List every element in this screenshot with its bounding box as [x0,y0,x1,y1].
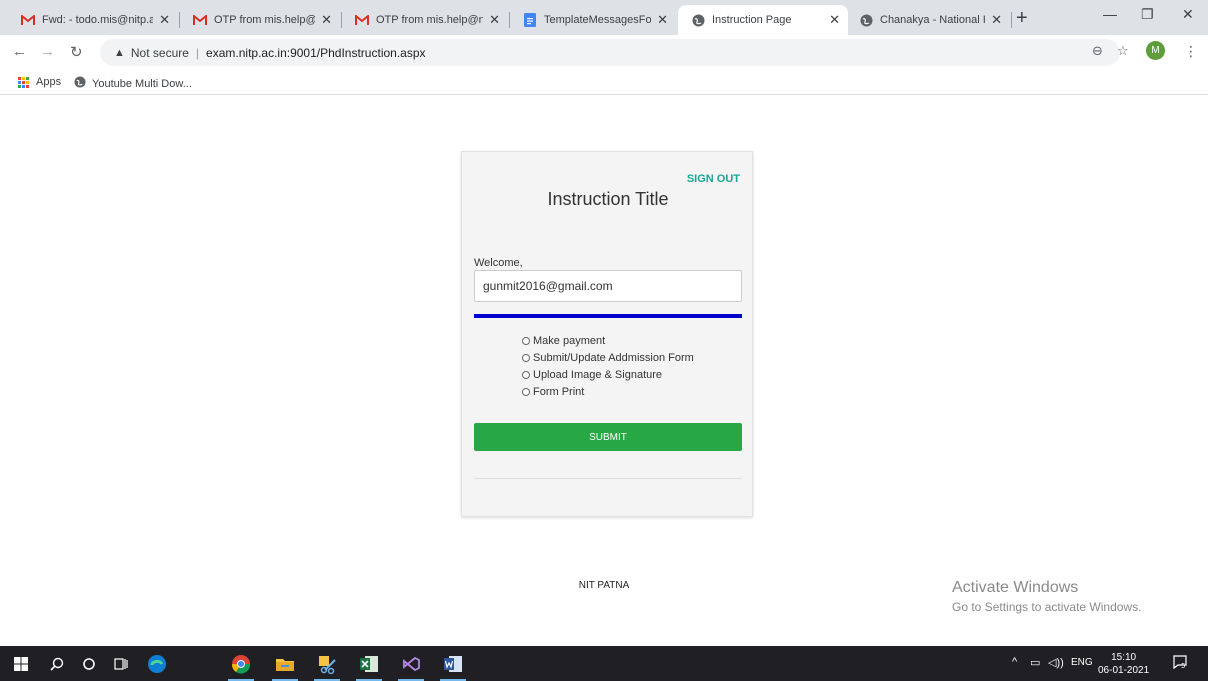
bookmark-label: Youtube Multi Dow... [92,77,192,90]
clock[interactable]: 15:10 06-01-2021 [1098,651,1149,677]
radio-button[interactable] [522,387,530,396]
close-icon[interactable]: ✕ [489,12,500,28]
tab-title: Chanakya - National Ins [880,14,986,26]
clock-date: 06-01-2021 [1098,665,1150,676]
tab-gmail-2[interactable]: OTP from mis.help@nitp ✕ [180,5,340,35]
restore-icon[interactable]: ❐ [1141,6,1154,23]
globe-icon [858,13,874,27]
security-label: Not secure [130,45,189,60]
watermark-line-1: Activate Windows [952,579,1079,596]
window-close-icon[interactable]: ✕ [1182,6,1194,23]
warning-icon[interactable]: ▲ [114,47,125,59]
language-indicator[interactable]: ENG [1071,657,1093,668]
email-field[interactable] [474,270,742,302]
options-list: Make payment Submit/Update Addmission Fo… [522,332,694,400]
gmail-icon [354,13,370,27]
radio-button[interactable] [522,336,530,345]
globe-icon [690,13,706,27]
option-label: Upload Image & Signature [533,368,663,381]
tab-gmail-3[interactable]: OTP from mis.help@nitp ✕ [342,5,508,35]
option-upload-image-signature[interactable]: Upload Image & Signature [522,366,694,383]
tab-instruction-page[interactable]: Instruction Page ✕ [678,5,848,35]
snipping-tool-icon[interactable] [310,646,344,681]
close-icon[interactable]: ✕ [991,12,1002,28]
activate-windows-watermark: Activate Windows Go to Settings to activ… [952,579,1141,614]
file-explorer-icon[interactable] [268,646,302,681]
bookmarks-bar: Apps Youtube Multi Dow... [0,70,1208,95]
bookmark-apps[interactable]: Apps [18,76,61,88]
page-title: Instruction Title [547,189,669,209]
option-label: Make payment [533,334,606,347]
gmail-icon [192,13,208,27]
radio-button[interactable] [522,370,530,379]
word-icon[interactable] [436,646,470,681]
kebab-menu-icon[interactable]: ⋮ [1184,43,1198,60]
card-divider [474,478,742,479]
option-submit-update-form[interactable]: Submit/Update Addmission Form [522,349,694,366]
taskbar: ^ ▭ ◁)) ENG 15:10 06-01-2021 5 [0,646,1208,681]
task-view-icon[interactable] [104,646,138,681]
star-icon[interactable]: ☆ [1117,43,1129,59]
tab-separator [1011,12,1012,28]
chrome-icon[interactable] [224,646,258,681]
close-icon[interactable]: ✕ [829,12,840,28]
volume-icon[interactable]: ◁)) [1048,656,1064,669]
url-text: exam.nitp.ac.in:9001/PhdInstruction.aspx [206,45,426,60]
option-label: Submit/Update Addmission Form [533,351,694,364]
windows-start-icon[interactable] [4,646,38,681]
visual-studio-icon[interactable] [394,646,428,681]
cortana-icon[interactable] [72,646,106,681]
apps-grid-icon [18,76,29,88]
globe-icon [74,76,86,91]
minimize-icon[interactable]: — [1103,6,1117,22]
notification-count: 5 [1181,662,1185,670]
tab-chanakya[interactable]: Chanakya - National Ins ✕ [850,5,1010,35]
tab-gmail-1[interactable]: Fwd: - todo.mis@nitp.ac ✕ [0,5,178,35]
forward-arrow-icon[interactable]: → [40,43,55,60]
tab-docs[interactable]: TemplateMessagesFor ✕ [510,5,676,35]
browser-toolbar: ← → ↻ ▲ Not secure | exam.nitp.ac.in:900… [0,35,1208,70]
avatar[interactable]: M [1146,41,1165,60]
option-form-print[interactable]: Form Print [522,383,694,400]
close-icon[interactable]: ✕ [657,12,668,28]
address-bar[interactable]: ▲ Not secure | exam.nitp.ac.in:9001/PhdI… [100,39,1120,66]
blue-divider [474,314,742,318]
watermark-line-2: Go to Settings to activate Windows. [952,600,1142,614]
option-label: Form Print [533,385,585,398]
tab-title: OTP from mis.help@nitp [376,14,484,26]
submit-button[interactable]: SUBMIT [474,423,742,451]
notification-icon[interactable]: 5 [1172,654,1188,673]
instruction-card: SIGN OUT Instruction Title Welcome, Make… [461,151,753,517]
new-tab-icon[interactable]: + [1016,8,1028,28]
welcome-label: Welcome, [474,257,523,269]
chevron-up-icon[interactable]: ^ [1012,656,1017,668]
gmail-icon [20,13,36,27]
search-icon[interactable] [40,646,74,681]
back-arrow-icon[interactable]: ← [12,43,27,60]
clock-time: 15:10 [1111,652,1137,663]
excel-icon[interactable] [352,646,386,681]
close-icon[interactable]: ✕ [321,12,332,28]
tab-title: Instruction Page [712,14,792,26]
tab-title: Fwd: - todo.mis@nitp.ac [42,14,154,26]
radio-button[interactable] [522,353,530,362]
edge-icon[interactable] [140,646,174,681]
docs-icon [522,13,538,27]
bookmark-youtube[interactable]: Youtube Multi Dow... [74,76,192,91]
sign-out-link[interactable]: SIGN OUT [687,173,740,185]
option-make-payment[interactable]: Make payment [522,332,694,349]
close-icon[interactable]: ✕ [159,12,170,28]
tab-strip: Fwd: - todo.mis@nitp.ac ✕ OTP from mis.h… [0,0,1208,35]
bookmark-label: Apps [36,76,62,88]
address-separator: | [195,45,200,60]
tab-title: OTP from mis.help@nitp [214,14,316,26]
tab-title: TemplateMessagesFor [544,14,652,26]
network-icon[interactable]: ▭ [1030,656,1040,669]
zoom-icon[interactable]: ⊖ [1092,43,1103,59]
reload-icon[interactable]: ↻ [70,43,83,61]
